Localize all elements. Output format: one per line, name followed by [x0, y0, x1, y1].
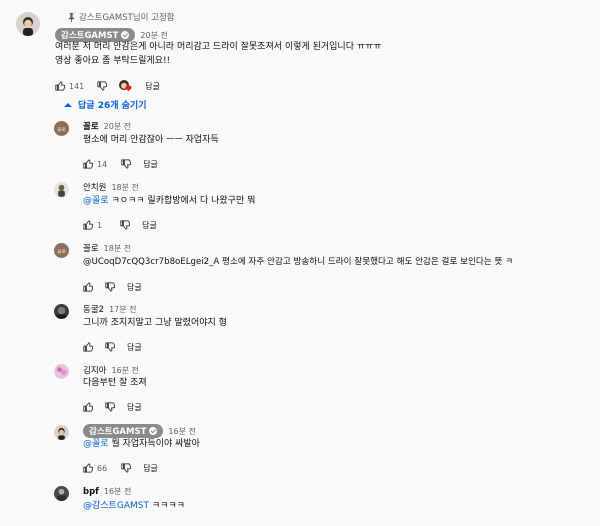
comment-text: 그니까 조지지말고 그냥 말렸어야지 형	[83, 318, 227, 328]
comment-text: @UCoqD7cQQ3cr7b8oELgei2_A 평소에 자주 안감고 방송하…	[83, 257, 514, 267]
reply-button[interactable]: 답글	[143, 463, 158, 474]
comment-text: @꼴로 뭘 자업자득이야 싸발아	[83, 439, 200, 449]
like-count: 1	[97, 220, 103, 230]
like-icon[interactable]	[55, 81, 65, 91]
author-name[interactable]: 감스트GAMST	[83, 424, 164, 438]
avatar[interactable]	[54, 364, 69, 379]
comment-text: 평소에 머리 안감잖아 ㅡㅡ 자업자득	[83, 135, 219, 145]
dislike-icon[interactable]	[120, 220, 131, 230]
avatar[interactable]: 꼴로	[54, 121, 69, 136]
author-name[interactable]: 안치원	[83, 181, 106, 193]
avatar[interactable]: 꼴로	[54, 243, 69, 258]
comment-time[interactable]: 16분 전	[111, 365, 138, 376]
like-icon[interactable]	[83, 220, 93, 230]
author-name[interactable]: 꼴로	[83, 120, 99, 132]
avatar[interactable]	[54, 425, 69, 440]
reply-button[interactable]: 답글	[127, 282, 142, 293]
avatar[interactable]	[54, 486, 69, 501]
mention-link[interactable]: @감스트GAMST	[83, 501, 149, 511]
comment-time[interactable]: 18분 전	[111, 182, 138, 193]
dislike-icon[interactable]	[97, 81, 108, 91]
avatar[interactable]	[16, 12, 40, 36]
author-name[interactable]: bpf	[83, 487, 99, 497]
like-icon[interactable]	[83, 342, 93, 352]
hide-replies-label: 답글 26개 숨기기	[78, 101, 147, 111]
dislike-icon[interactable]	[105, 402, 115, 412]
comment-text: 다음부턴 잘 조져	[83, 378, 147, 388]
comment-time[interactable]: 17분 전	[109, 304, 136, 315]
pinned-label: 감스트GAMST님이 고정함	[67, 11, 175, 23]
avatar[interactable]	[54, 182, 69, 197]
like-count: 14	[97, 159, 108, 169]
like-icon[interactable]	[83, 282, 93, 292]
reply-button[interactable]: 답글	[143, 159, 158, 170]
comment-text: @꼴로 ㅋㅇㅋㅋ 릴카합방에서 다 나왔구만 뭐	[83, 196, 256, 206]
dislike-icon[interactable]	[121, 463, 132, 473]
author-name[interactable]: 김지아	[83, 364, 106, 376]
hide-replies-button[interactable]: 답글 26개 숨기기	[64, 98, 146, 111]
reply-button[interactable]: 답글	[127, 342, 142, 353]
like-icon[interactable]	[83, 159, 93, 169]
mention-link[interactable]: @UCoqD7cQQ3cr7b8oELgei2_A	[83, 257, 219, 267]
comment-text-line1: 여러분 저 머리 안감은게 아니라 머리감고 드라이 잘못조져서 이렇게 된거입…	[55, 42, 382, 52]
reply-button[interactable]: 답글	[142, 220, 157, 231]
comment-time[interactable]: 16분 전	[104, 486, 131, 497]
svg-text:꼴로: 꼴로	[57, 127, 66, 133]
comment-text: @감스트GAMST ㅋㅋㅋㅋ	[83, 501, 185, 511]
author-name[interactable]: 꼴로	[83, 242, 99, 254]
like-count: 66	[97, 463, 108, 473]
comment-time[interactable]: 18분 전	[104, 243, 131, 254]
reply-button[interactable]: 답글	[145, 81, 160, 92]
svg-text:꼴로: 꼴로	[57, 249, 66, 255]
like-icon[interactable]	[83, 402, 93, 412]
avatar[interactable]	[54, 304, 69, 319]
comment-time[interactable]: 20분 전	[104, 121, 131, 132]
like-count: 141	[69, 81, 85, 91]
comment-time[interactable]: 20분 전	[140, 30, 167, 41]
comment-time[interactable]: 16분 전	[168, 426, 195, 437]
pin-icon	[68, 12, 75, 22]
like-icon[interactable]	[83, 463, 93, 473]
author-name[interactable]: 동굴2	[83, 303, 104, 315]
reply-button[interactable]: 답글	[127, 402, 142, 413]
mention-link[interactable]: @꼴로	[83, 439, 109, 449]
dislike-icon[interactable]	[105, 342, 115, 352]
dislike-icon[interactable]	[105, 282, 115, 292]
creator-heart-icon	[119, 80, 133, 92]
mention-link[interactable]: @꼴로	[83, 196, 109, 206]
dislike-icon[interactable]	[121, 159, 132, 169]
verified-icon	[121, 31, 130, 39]
verified-icon	[149, 427, 158, 435]
pinned-text: 감스트GAMST님이 고정함	[79, 13, 175, 23]
chevron-up-icon	[64, 102, 72, 107]
comment-text-line2: 영상 좋아요 좀 부탁드릴게요!!	[55, 56, 171, 66]
